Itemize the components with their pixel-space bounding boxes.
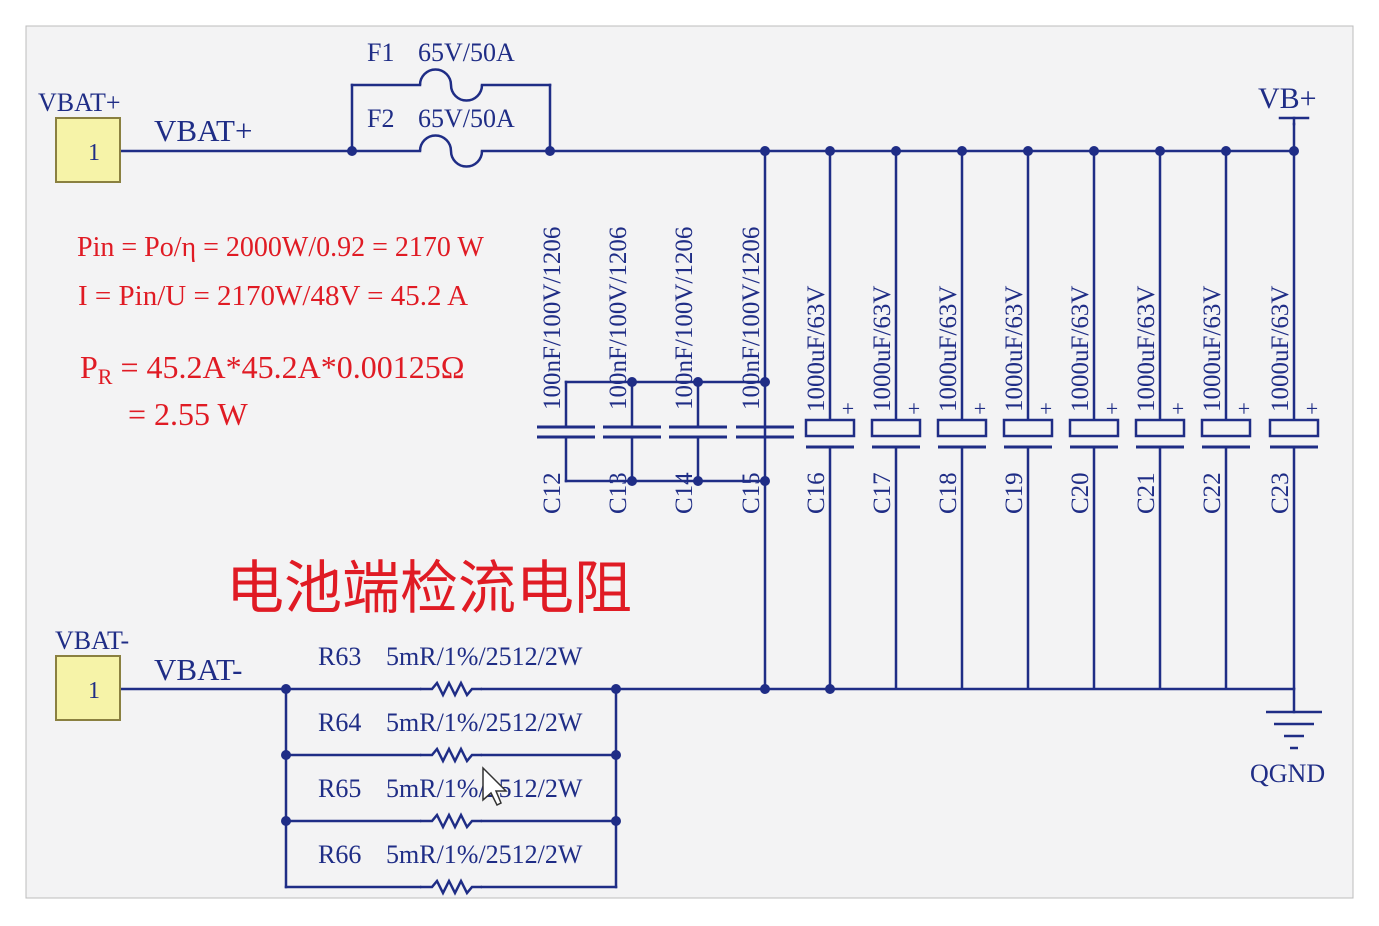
junction-dot <box>1221 146 1231 156</box>
capacitor-ref: C22 <box>1199 472 1226 514</box>
connector-label: VBAT+ <box>38 88 121 117</box>
polarity-mark: + <box>1238 396 1250 421</box>
fuse-f1-value: 65V/50A <box>418 38 515 67</box>
connector-pin: 1 <box>88 140 100 166</box>
junction-dot <box>760 684 770 694</box>
capacitor-value: 1000uF/63V <box>1067 286 1094 412</box>
junction-dot <box>957 146 967 156</box>
capacitor-value: 1000uF/63V <box>1133 286 1160 412</box>
schematic-canvas: 100nF/100V/1206C12100nF/100V/1206C13100n… <box>25 25 1354 899</box>
junction-dot <box>1023 146 1033 156</box>
note-line-1: Pin = Po/η = 2000W/0.92 = 2170 W <box>77 232 484 263</box>
junction-dot <box>891 146 901 156</box>
junction-dot <box>825 146 835 156</box>
fuse-f2-value: 65V/50A <box>418 104 515 133</box>
connector-pin: 1 <box>88 678 100 704</box>
capacitor-ref: C23 <box>1267 472 1294 514</box>
capacitor-ref: C17 <box>869 472 896 514</box>
capacitor-value: 1000uF/63V <box>935 286 962 412</box>
schematic-background <box>25 25 1354 899</box>
capacitor-ref: C20 <box>1067 472 1094 514</box>
capacitor-value: 1000uF/63V <box>803 286 830 412</box>
polarity-mark: + <box>1106 396 1118 421</box>
note-line-3-prefix: P <box>80 349 98 385</box>
polarity-mark: + <box>1040 396 1052 421</box>
resistor-r64-value: 5mR/1%/2512/2W <box>386 708 583 737</box>
junction-dot <box>627 377 637 387</box>
junction-dot <box>825 684 835 694</box>
junction-dot <box>1089 146 1099 156</box>
note-line-3-rest: = 45.2A*45.2A*0.00125Ω <box>112 349 464 385</box>
ground-port-label: QGND <box>1250 759 1325 788</box>
junction-dot <box>611 684 621 694</box>
junction-dot <box>693 476 703 486</box>
note-line-3-sub: R <box>98 364 113 389</box>
junction-dot <box>627 476 637 486</box>
junction-dot <box>1289 146 1299 156</box>
junction-dot <box>281 684 291 694</box>
fuse-f2-ref: F2 <box>367 104 394 133</box>
capacitor-ref: C16 <box>803 472 830 514</box>
junction-dot <box>545 146 555 156</box>
section-title: 电池端检流电阻 <box>226 554 632 622</box>
capacitor-value: 1000uF/63V <box>1199 286 1226 412</box>
polarity-mark: + <box>908 396 920 421</box>
junction-dot <box>760 377 770 387</box>
capacitor-ref: C19 <box>1001 472 1028 514</box>
capacitor-value: 1000uF/63V <box>1001 286 1028 412</box>
resistor-r64-ref: R64 <box>318 708 361 737</box>
polarity-mark: + <box>842 396 854 421</box>
capacitor-value: 1000uF/63V <box>869 286 896 412</box>
net-label: VBAT- <box>154 652 242 687</box>
connector-label: VBAT- <box>55 626 129 655</box>
net-label: VBAT+ <box>154 113 252 148</box>
resistor-r65-ref: R65 <box>318 774 361 803</box>
junction-dot <box>281 816 291 826</box>
resistor-r63-ref: R63 <box>318 642 361 671</box>
junction-dot <box>760 146 770 156</box>
polarity-mark: + <box>1306 396 1318 421</box>
capacitor-ref: C21 <box>1133 472 1160 514</box>
junction-dot <box>611 750 621 760</box>
capacitor-value: 100nF/100V/1206 <box>539 227 566 410</box>
capacitor-ref: C12 <box>539 472 566 514</box>
capacitor-value: 1000uF/63V <box>1267 286 1294 412</box>
resistor-r63-value: 5mR/1%/2512/2W <box>386 642 583 671</box>
junction-dot <box>693 377 703 387</box>
resistor-r66-ref: R66 <box>318 840 361 869</box>
junction-dot <box>611 816 621 826</box>
power-port-label: VB+ <box>1258 82 1317 115</box>
polarity-mark: + <box>974 396 986 421</box>
note-line-3: PR = 45.2A*45.2A*0.00125Ω <box>80 349 465 389</box>
capacitor-ref: C18 <box>935 472 962 514</box>
junction-dot <box>347 146 357 156</box>
junction-dot <box>1155 146 1165 156</box>
fuse-f1-ref: F1 <box>367 38 394 67</box>
polarity-mark: + <box>1172 396 1184 421</box>
resistor-r66-value: 5mR/1%/2512/2W <box>386 840 583 869</box>
note-line-4: = 2.55 W <box>128 396 248 432</box>
junction-dot <box>760 476 770 486</box>
note-line-2: I = Pin/U = 2170W/48V = 45.2 A <box>78 280 468 312</box>
junction-dot <box>281 750 291 760</box>
